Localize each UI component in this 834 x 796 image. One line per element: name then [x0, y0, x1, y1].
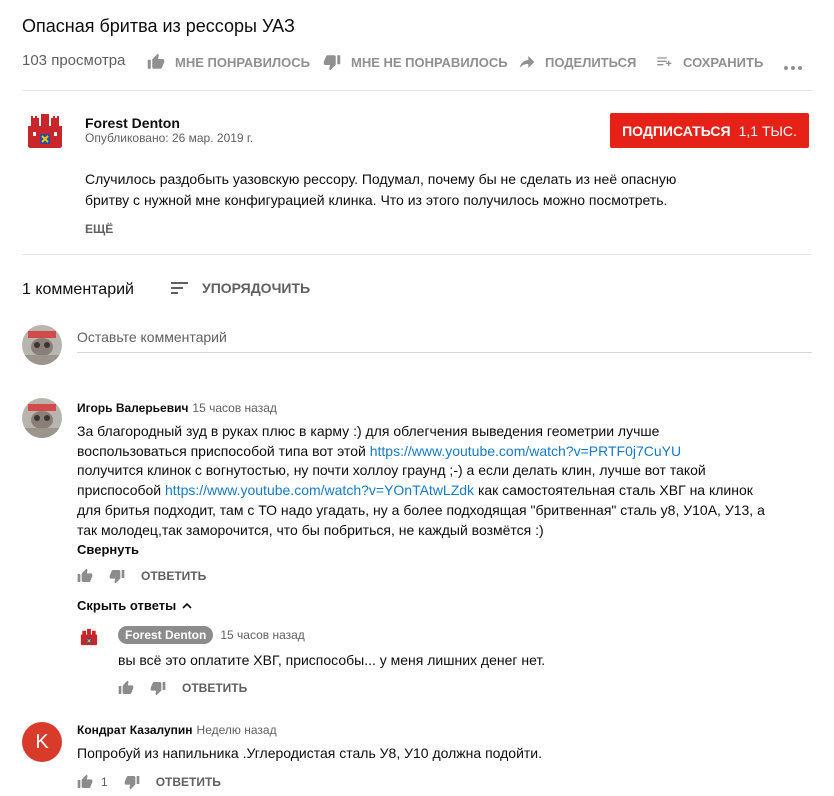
reply-text: вы всё это оплатите ХВГ, приспособы... у… [118, 652, 546, 668]
comment-time[interactable]: 15 часов назад [192, 401, 276, 415]
reply-header: Forest Denton 15 часов назад [118, 626, 305, 644]
subscriber-count: 1,1 ТЫС. [738, 122, 797, 139]
comment-time[interactable]: Неделю назад [197, 723, 277, 737]
sort-button[interactable]: УПОРЯДОЧИТЬ [170, 280, 310, 296]
thumbs-up-icon [147, 53, 165, 69]
hide-replies-button[interactable]: Скрыть ответы [77, 598, 192, 613]
comment-line: получится клинок с вогнутостью, ну почти… [77, 462, 706, 479]
comment-text: Попробуй из напильника .Углеродистая ста… [77, 745, 543, 761]
thumbs-down-icon[interactable] [109, 568, 125, 584]
comment-actions: 1 ОТВЕТИТЬ [77, 774, 221, 790]
like-label: МНЕ ПОНРАВИЛОСЬ [175, 54, 310, 70]
comment-line: так молодец,так заморочится, что бы побр… [77, 521, 544, 538]
hide-replies-label: Скрыть ответы [77, 598, 177, 613]
save-button[interactable]: СОХРАНИТЬ [654, 52, 763, 72]
share-button[interactable]: ПОДЕЛИТЬСЯ [518, 52, 636, 72]
divider [22, 90, 812, 91]
comment-line: для бритья подходит, там с ТО надо угада… [77, 501, 765, 518]
thumbs-up-icon[interactable] [118, 680, 134, 696]
comment-link[interactable]: https://www.youtube.com/watch?v=PRTF0j7C… [370, 443, 681, 459]
thumbs-down-icon [323, 55, 341, 71]
comment-line-text: приспособой [77, 482, 166, 499]
playlist-add-icon [657, 57, 672, 66]
comment-header: Игорь Валерьевич 15 часов назад [77, 401, 277, 415]
comment-link[interactable]: https://www.youtube.com/watch?v=YOnTAtwL… [165, 482, 474, 498]
view-count: 103 просмотра [22, 52, 126, 69]
divider [22, 254, 812, 255]
publish-date: Опубликовано: 26 мар. 2019 г. [85, 131, 254, 145]
share-label: ПОДЕЛИТЬСЯ [545, 54, 637, 70]
description-line: Случилось раздобыть уазовскую рессору. П… [85, 171, 677, 187]
comment-author[interactable]: Кондрат Казалупин [77, 723, 193, 737]
thumbs-up-icon[interactable] [77, 774, 93, 790]
sort-label: УПОРЯДОЧИТЬ [202, 280, 311, 296]
reply-avatar[interactable] [78, 626, 100, 648]
comment-line: приспособой https://www.youtube.com/watc… [77, 481, 797, 501]
chevron-up-icon [182, 602, 192, 609]
reply-button[interactable]: ОТВЕТИТЬ [182, 681, 247, 695]
thumbs-down-icon[interactable] [124, 774, 140, 790]
thumbs-up-icon[interactable] [77, 568, 93, 584]
reply-button[interactable]: ОТВЕТИТЬ [156, 775, 221, 789]
subscribe-button[interactable]: ПОДПИСАТЬСЯ 1,1 ТЫС. [610, 113, 809, 148]
reply-button[interactable]: ОТВЕТИТЬ [141, 569, 206, 583]
save-label: СОХРАНИТЬ [683, 54, 764, 70]
commenter-avatar[interactable] [22, 398, 62, 438]
comment-author[interactable]: Игорь Валерьевич [77, 401, 188, 415]
comment-input[interactable]: Оставьте комментарий [77, 323, 812, 353]
comment-text: За благородный зуд в руках плюс в карму … [77, 422, 797, 540]
subscribe-label: ПОДПИСАТЬСЯ [622, 122, 731, 139]
comment-actions: ОТВЕТИТЬ [77, 568, 206, 584]
comment-line-text: как самостоятельная сталь ХВГ на клинок [474, 482, 753, 499]
thumbs-down-icon[interactable] [150, 680, 166, 696]
like-button[interactable]: МНЕ ПОНРАВИЛОСЬ [146, 52, 310, 72]
description-line: бритву с нужной мне конфигурацией клинка… [85, 192, 668, 208]
reply-actions: ОТВЕТИТЬ [118, 680, 247, 696]
comment-line: За благородный зуд в руках плюс в карму … [77, 423, 660, 439]
collapse-button[interactable]: Свернуть [77, 542, 139, 557]
user-avatar [22, 325, 62, 365]
show-more-button[interactable]: ЕЩЁ [85, 222, 113, 236]
more-actions-button[interactable] [783, 59, 803, 77]
more-dots-icon [784, 66, 802, 70]
comment-line-text: воспользоваться приспособой типа вот это… [77, 442, 370, 459]
channel-name[interactable]: Forest Denton [85, 115, 180, 131]
avatar-letter: K [35, 730, 49, 753]
comment-header: Кондрат Казалупин Неделю назад [77, 723, 277, 737]
video-description: Случилось раздобыть уазовскую рессору. П… [85, 169, 685, 211]
dislike-label: МНЕ НЕ ПОНРАВИЛОСЬ [351, 54, 508, 70]
comment-line: воспользоваться приспособой типа вот это… [77, 442, 797, 462]
reply-author-chip[interactable]: Forest Denton [118, 626, 214, 644]
channel-avatar[interactable] [22, 108, 68, 154]
video-title: Опасная бритва из рессоры УАЗ [22, 16, 295, 36]
share-arrow-icon [519, 56, 535, 68]
reply-time[interactable]: 15 часов назад [220, 628, 304, 642]
dislike-button[interactable]: МНЕ НЕ ПОНРАВИЛОСЬ [322, 52, 508, 72]
commenter-avatar[interactable]: K [22, 722, 62, 762]
sort-icon [171, 282, 188, 294]
comment-count: 1 комментарий [22, 281, 134, 298]
like-count: 1 [101, 775, 108, 789]
